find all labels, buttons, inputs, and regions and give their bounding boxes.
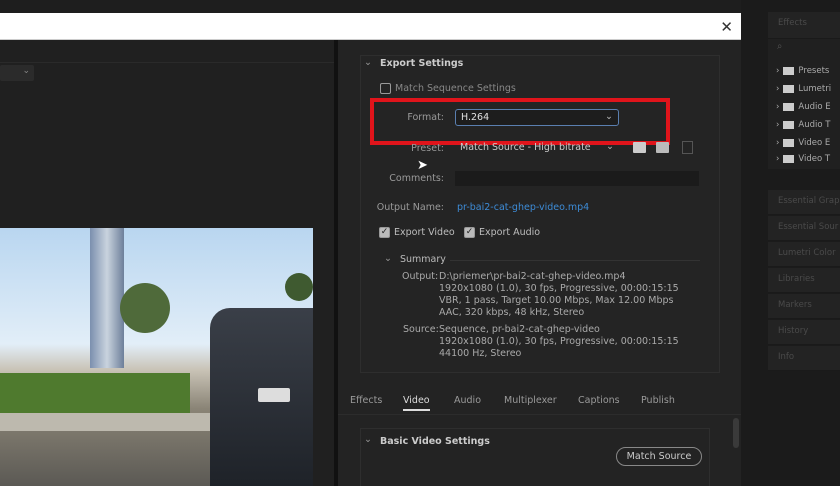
preset-label: Preset: — [411, 143, 444, 154]
export-audio-checkbox[interactable]: ✓ Export Audio — [464, 227, 540, 238]
app-top-bar — [0, 0, 840, 13]
folder-item[interactable]: › Video E — [776, 138, 830, 148]
summary-output: D:\priemer\pr-bai2-cat-ghep-video.mp4 19… — [439, 271, 679, 319]
highlight-box — [370, 98, 670, 145]
comments-input[interactable] — [455, 171, 699, 186]
folder-item[interactable]: › Audio T — [776, 120, 830, 130]
tab-effects[interactable]: Effects — [350, 395, 382, 406]
match-sequence-checkbox[interactable]: Match Sequence Settings — [380, 83, 516, 94]
folder-icon — [783, 154, 795, 163]
search-icon[interactable]: ⌕ — [777, 41, 782, 52]
tab-video[interactable]: Video — [403, 395, 430, 411]
import-preset-icon[interactable] — [656, 142, 669, 153]
summary-line: 1920x1080 (1.0), 30 fps, Progressive, 00… — [439, 336, 679, 347]
chevron-down-icon[interactable]: ⌄ — [364, 57, 372, 68]
checkbox-label: Export Audio — [479, 227, 541, 238]
folder-label: Video T — [798, 154, 831, 164]
section-title: Basic Video Settings — [380, 436, 490, 447]
chevron-down-icon: ⌄ — [22, 66, 30, 76]
folder-item[interactable]: › Lumetri — [776, 84, 831, 94]
preset-value: Match Source - High bitrate — [460, 142, 591, 153]
tab-multiplexer[interactable]: Multiplexer — [504, 395, 557, 406]
save-preset-icon[interactable] — [633, 142, 646, 153]
match-source-button[interactable]: Match Source — [616, 447, 702, 466]
scrollbar[interactable] — [733, 418, 739, 448]
panel-info[interactable]: Info — [768, 346, 840, 371]
summary-line: AAC, 320 kbps, 48 kHz, Stereo — [439, 307, 585, 318]
summary-line: 1920x1080 (1.0), 30 fps, Progressive, 00… — [439, 283, 679, 294]
folder-item[interactable]: › Video T — [776, 154, 830, 164]
folder-label: Audio T — [798, 120, 831, 130]
video-preview-frame — [0, 228, 313, 486]
delete-preset-icon[interactable] — [682, 141, 693, 154]
divider — [0, 62, 334, 63]
folder-icon — [783, 138, 795, 147]
output-name-link[interactable]: pr-bai2-cat-ghep-video.mp4 — [457, 202, 589, 213]
panel-essential-graphics[interactable]: Essential Grap — [768, 190, 840, 215]
hedge — [0, 373, 190, 413]
summary-title: Summary — [400, 254, 446, 265]
chevron-down-icon[interactable]: ⌄ — [384, 253, 392, 264]
divider — [338, 414, 741, 415]
export-dialog-titlebar: ✕ — [0, 13, 741, 40]
summary-line: Sequence, pr-bai2-cat-ghep-video — [439, 324, 600, 335]
tab-audio[interactable]: Audio — [454, 395, 481, 406]
tab-publish[interactable]: Publish — [641, 395, 675, 406]
summary-line: D:\priemer\pr-bai2-cat-ghep-video.mp4 — [439, 271, 626, 282]
chevron-down-icon: ⌄ — [606, 141, 614, 152]
comments-label: Comments: — [389, 173, 444, 184]
summary-line: 44100 Hz, Stereo — [439, 348, 522, 359]
panel-markers[interactable]: Markers — [768, 294, 840, 319]
source-preview-pane: ⌄ — [0, 40, 334, 486]
export-video-checkbox[interactable]: ✓ Export Video — [379, 227, 455, 238]
folder-icon — [783, 66, 795, 75]
checkbox-label: Export Video — [394, 227, 455, 238]
tree — [120, 283, 170, 333]
panel-libraries[interactable]: Libraries — [768, 268, 840, 293]
license-plate — [258, 388, 290, 402]
panel-essential-sound[interactable]: Essential Sour — [768, 216, 840, 241]
divider — [450, 260, 700, 261]
effects-panel-header[interactable]: Effects — [768, 12, 840, 39]
chevron-down-icon[interactable]: ⌄ — [364, 434, 372, 445]
summary-source: Sequence, pr-bai2-cat-ghep-video 1920x10… — [439, 324, 679, 360]
folder-item[interactable]: › Presets — [776, 66, 829, 76]
section-title: Export Settings — [380, 58, 464, 69]
folder-label: Presets — [798, 66, 830, 76]
folder-label: Audio E — [798, 102, 831, 112]
mouse-cursor-icon: ➤ — [417, 158, 428, 173]
tab-captions[interactable]: Captions — [578, 395, 620, 406]
tree — [285, 273, 313, 301]
folder-label: Video E — [798, 138, 831, 148]
preset-dropdown[interactable]: Match Source - High bitrate ⌄ — [455, 140, 619, 157]
summary-output-label: Output: — [402, 271, 439, 282]
summary-line: VBR, 1 pass, Target 10.00 Mbps, Max 12.0… — [439, 295, 674, 306]
folder-icon — [783, 120, 795, 129]
tower — [90, 228, 124, 368]
folder-icon — [783, 84, 795, 93]
output-name-label: Output Name: — [376, 202, 444, 213]
folder-icon — [783, 102, 795, 111]
checkbox-label: Match Sequence Settings — [395, 83, 516, 94]
folder-item[interactable]: › Audio E — [776, 102, 831, 112]
panel-lumetri-color[interactable]: Lumetri Color — [768, 242, 840, 267]
close-icon[interactable]: ✕ — [720, 18, 733, 36]
summary-source-label: Source: — [403, 324, 439, 335]
curb — [0, 413, 240, 431]
panel-history[interactable]: History — [768, 320, 840, 345]
source-scaling-dropdown[interactable]: ⌄ — [0, 65, 34, 81]
folder-label: Lumetri — [798, 84, 832, 94]
